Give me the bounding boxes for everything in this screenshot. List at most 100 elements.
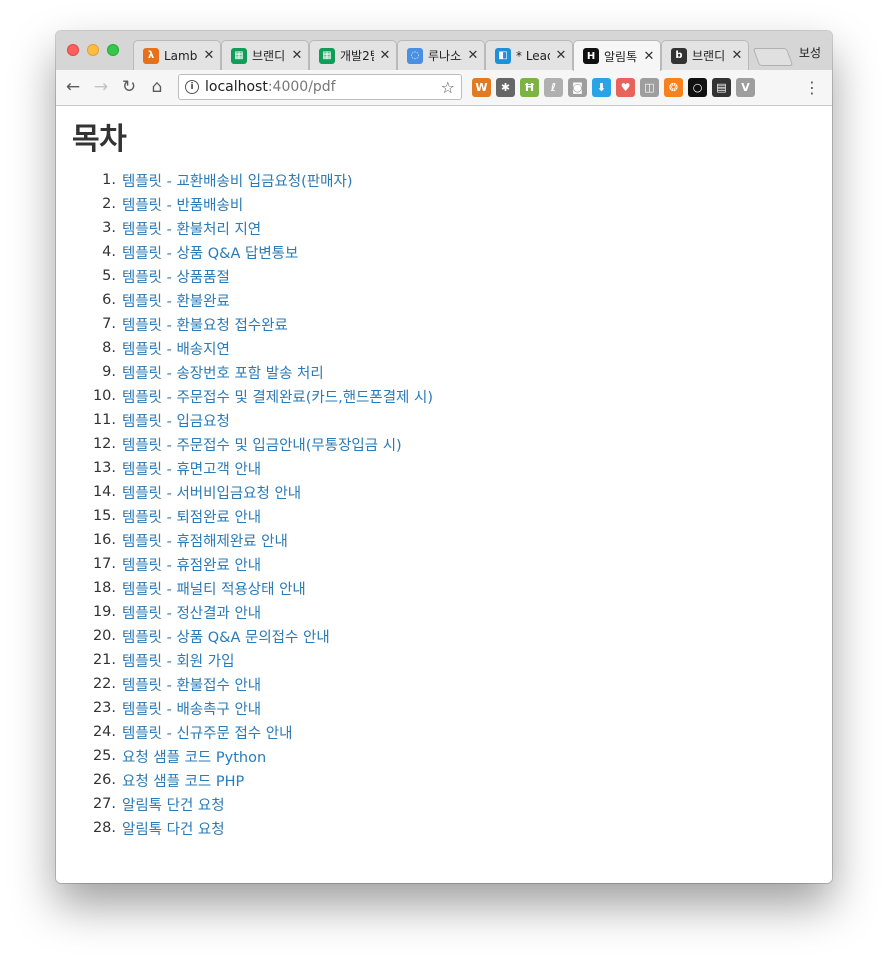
toc-link[interactable]: 템플릿 - 서버비입금요청 안내 <box>122 482 301 503</box>
toc-link[interactable]: 템플릿 - 휴면고객 안내 <box>122 458 261 479</box>
info-icon[interactable]: i <box>185 80 199 94</box>
toc-link[interactable]: 알림톡 다건 요청 <box>122 818 225 839</box>
item-number: 22. <box>92 676 116 692</box>
browser-tab[interactable]: ▦ 브랜디 ✕ <box>221 40 309 70</box>
toc-link[interactable]: 템플릿 - 환불접수 안내 <box>122 674 261 695</box>
grid-extension-icon[interactable]: ▤ <box>712 78 731 97</box>
browser-tab[interactable]: λ Lambd ✕ <box>133 40 221 70</box>
person-extension-icon[interactable]: ◫ <box>640 78 659 97</box>
toc-link[interactable]: 템플릿 - 환불완료 <box>122 290 230 311</box>
item-number: 26. <box>92 772 116 788</box>
window-maximize-button[interactable] <box>107 44 119 56</box>
item-number: 10. <box>92 388 116 404</box>
toc-link[interactable]: 템플릿 - 배송촉구 안내 <box>122 698 261 719</box>
item-number: 15. <box>92 508 116 524</box>
browser-toolbar: ← → ↻ ⌂ i localhost:4000/pdf ☆ W ✱ Ħℓ ◙ ⬇ ♥ ◫ ❂… <box>56 70 832 106</box>
close-icon[interactable]: ✕ <box>555 48 567 63</box>
toc-link[interactable]: 템플릿 - 정산결과 안내 <box>122 602 261 623</box>
url-path: :4000/pdf <box>267 79 336 95</box>
h-icon: H <box>583 48 599 64</box>
item-number: 3. <box>102 220 116 236</box>
toc-link[interactable]: 템플릿 - 주문접수 및 입금안내(무통장입금 시) <box>122 434 402 455</box>
camera-extension-icon[interactable]: ◙ <box>568 78 587 97</box>
toc-link[interactable]: 템플릿 - 환불처리 지연 <box>122 218 261 239</box>
toc-link[interactable]: 템플릿 - 휴점완료 안내 <box>122 554 261 575</box>
arrow-right-icon: → <box>93 77 109 97</box>
address-bar[interactable]: i localhost:4000/pdf ☆ <box>178 74 462 100</box>
toc-link[interactable]: 템플릿 - 회원 가입 <box>122 650 234 671</box>
circle-extension-icon[interactable]: ℓ <box>544 78 563 97</box>
close-icon[interactable]: ✕ <box>467 48 479 63</box>
item-number: 27. <box>92 796 116 812</box>
sheets-icon: ▦ <box>231 47 247 64</box>
home-button[interactable]: ⌂ <box>145 75 169 99</box>
vue-extension-icon[interactable]: V <box>736 78 755 97</box>
list-item: 16. 템플릿 - 휴점해제완료 안내 <box>72 528 832 552</box>
toc-link[interactable]: 요청 샘플 코드 PHP <box>122 770 244 791</box>
ladder-extension-icon[interactable]: Ħ <box>520 78 539 97</box>
download-extension-icon[interactable]: ⬇ <box>592 78 611 97</box>
back-button[interactable]: ← <box>61 75 85 99</box>
list-item: 8. 템플릿 - 배송지연 <box>72 336 832 360</box>
page-content: 목차 1. 템플릿 - 교환배송비 입금요청(판매자) 2. 템플릿 - 반품배송비 3… <box>56 106 832 883</box>
toc-link[interactable]: 템플릿 - 휴점해제완료 안내 <box>122 530 288 551</box>
browser-tab[interactable]: b 브랜디 ✕ <box>661 40 749 70</box>
close-icon[interactable]: ✕ <box>291 48 303 63</box>
browser-tab[interactable]: ▦ 개발2팀 ✕ <box>309 40 397 70</box>
tab-title: 브랜디 <box>692 49 726 63</box>
toc-link[interactable]: 템플릿 - 반품배송비 <box>122 194 243 215</box>
item-number: 9. <box>102 364 116 380</box>
window-close-button[interactable] <box>67 44 79 56</box>
ring-extension-icon[interactable]: ○ <box>688 78 707 97</box>
close-icon[interactable]: ✕ <box>643 49 655 64</box>
toc-link[interactable]: 템플릿 - 송장번호 포함 발송 처리 <box>122 362 324 383</box>
browser-tab[interactable]: ◧ * Lead ✕ <box>485 40 573 70</box>
toc-link[interactable]: 템플릿 - 교환배송비 입금요청(판매자) <box>122 170 352 191</box>
arrow-left-icon: ← <box>65 77 81 97</box>
toc-link[interactable]: 템플릿 - 상품 Q&A 답변통보 <box>122 242 298 263</box>
browser-window: λ Lambd ✕ ▦ 브랜디 ✕ ▦ 개발2팀 ✕ ◌ 루나소프 ✕ ◧ * Lead ✕ H 알림톡 ✕ b 브랜… <box>56 31 832 883</box>
orange-extension-icon[interactable]: ❂ <box>664 78 683 97</box>
menu-dots-icon[interactable]: ⋮ <box>804 78 820 98</box>
list-item: 9. 템플릿 - 송장번호 포함 발송 처리 <box>72 360 832 384</box>
close-icon[interactable]: ✕ <box>731 48 743 63</box>
gear-extension-icon[interactable]: ✱ <box>496 78 515 97</box>
heart-extension-icon[interactable]: ♥ <box>616 78 635 97</box>
toc-link[interactable]: 템플릿 - 환불요청 접수완료 <box>122 314 288 335</box>
list-item: 26. 요청 샘플 코드 PHP <box>72 768 832 792</box>
toc-link[interactable]: 알림톡 단건 요청 <box>122 794 225 815</box>
list-item: 25. 요청 샘플 코드 Python <box>72 744 832 768</box>
aws-lambda-icon: λ <box>143 47 159 64</box>
item-number: 19. <box>92 604 116 620</box>
browser-tab[interactable]: H 알림톡 ✕ <box>573 40 661 71</box>
close-icon[interactable]: ✕ <box>379 48 391 63</box>
bookmark-star-icon[interactable]: ☆ <box>441 78 455 97</box>
toc-link[interactable]: 템플릿 - 상품품절 <box>122 266 230 287</box>
list-item: 17. 템플릿 - 휴점완료 안내 <box>72 552 832 576</box>
toc-link[interactable]: 템플릿 - 신규주문 접수 안내 <box>122 722 292 743</box>
toc-link[interactable]: 템플릿 - 퇴점완료 안내 <box>122 506 261 527</box>
url-host: localhost <box>205 79 268 95</box>
toc-link[interactable]: 템플릿 - 패널티 적용상태 안내 <box>122 578 306 599</box>
toc-link[interactable]: 요청 샘플 코드 Python <box>122 746 266 767</box>
forward-button[interactable]: → <box>89 75 113 99</box>
list-item: 15. 템플릿 - 퇴점완료 안내 <box>72 504 832 528</box>
list-item: 14. 템플릿 - 서버비입금요청 안내 <box>72 480 832 504</box>
close-icon[interactable]: ✕ <box>203 48 215 63</box>
reload-button[interactable]: ↻ <box>117 75 141 99</box>
wax-extension-icon[interactable]: W <box>472 78 491 97</box>
toc-link[interactable]: 템플릿 - 주문접수 및 결제완료(카드,핸드폰결제 시) <box>122 386 433 407</box>
new-tab-button[interactable] <box>752 48 794 66</box>
url-text[interactable]: localhost:4000/pdf <box>205 79 435 95</box>
toc-link[interactable]: 템플릿 - 배송지연 <box>122 338 230 359</box>
profile-name[interactable]: 보성 <box>799 44 821 61</box>
item-number: 4. <box>102 244 116 260</box>
list-item: 2. 템플릿 - 반품배송비 <box>72 192 832 216</box>
browser-tab[interactable]: ◌ 루나소프 ✕ <box>397 40 485 70</box>
window-minimize-button[interactable] <box>87 44 99 56</box>
list-item: 10. 템플릿 - 주문접수 및 결제완료(카드,핸드폰결제 시) <box>72 384 832 408</box>
tab-title: 개발2팀 <box>340 49 374 63</box>
toc-link[interactable]: 템플릿 - 상품 Q&A 문의접수 안내 <box>122 626 330 647</box>
brandi-icon: b <box>671 47 687 64</box>
toc-link[interactable]: 템플릿 - 입금요청 <box>122 410 230 431</box>
